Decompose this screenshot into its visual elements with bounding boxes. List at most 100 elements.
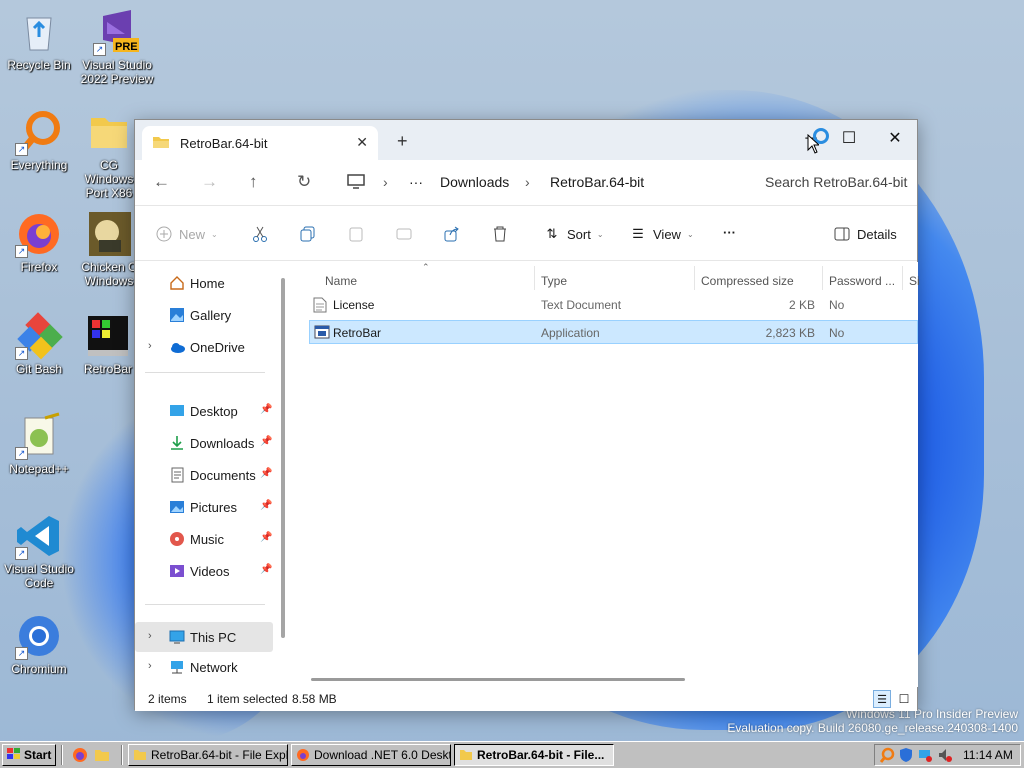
- sidebar-item-documents[interactable]: Documents 📌: [135, 462, 275, 488]
- desktop-icon-visual-studio-preview[interactable]: PRE ↗ Visual Studio 2022 Preview: [78, 8, 156, 86]
- explorer-quicklaunch-icon[interactable]: [94, 747, 110, 766]
- breadcrumb-more[interactable]: ···: [409, 174, 423, 190]
- desktop-icon-retrobar[interactable]: RetroBar: [78, 312, 138, 376]
- desktop-icon-chromium[interactable]: ↗ Chromium: [0, 612, 78, 676]
- documents-icon: [169, 467, 185, 483]
- tab-retrobar[interactable]: RetroBar.64-bit ✕: [142, 126, 378, 160]
- sidebar-item-videos[interactable]: Videos 📌: [135, 558, 275, 584]
- column-divider[interactable]: [822, 266, 823, 290]
- desktop-icon-recycle-bin[interactable]: Recycle Bin: [0, 8, 78, 72]
- sidebar-item-pictures[interactable]: Pictures 📌: [135, 494, 275, 520]
- shortcut-arrow-icon: ↗: [15, 347, 28, 360]
- column-divider[interactable]: [694, 266, 695, 290]
- shield-icon[interactable]: [899, 747, 913, 766]
- taskbar-button-explorer-1[interactable]: RetroBar.64-bit - File Explo...: [128, 744, 288, 766]
- rename-button[interactable]: [395, 225, 413, 243]
- column-header-name[interactable]: Name: [325, 274, 357, 288]
- up-arrow-icon[interactable]: ↑: [249, 172, 258, 192]
- pin-icon[interactable]: 📌: [260, 436, 272, 447]
- breadcrumb-retrobar[interactable]: RetroBar.64-bit: [550, 174, 644, 190]
- desktop-icon-firefox[interactable]: ↗ Firefox: [0, 210, 78, 274]
- share-button[interactable]: [443, 225, 461, 243]
- search-input[interactable]: Search RetroBar.64-bit: [747, 166, 915, 198]
- start-button[interactable]: Start: [2, 744, 56, 766]
- close-button[interactable]: ✕: [873, 124, 917, 154]
- firefox-quicklaunch-icon[interactable]: [72, 747, 88, 766]
- chevron-down-icon: ⌄: [686, 229, 694, 239]
- volume-muted-icon[interactable]: [937, 747, 953, 766]
- details-view-icon[interactable]: ☰: [873, 690, 891, 708]
- copy-icon: [299, 225, 317, 243]
- column-divider[interactable]: [902, 266, 903, 290]
- sidebar-item-downloads[interactable]: Downloads 📌: [135, 430, 275, 456]
- taskbar-button-explorer-2[interactable]: RetroBar.64-bit - File...: [454, 744, 614, 766]
- sidebar-item-music[interactable]: Music 📌: [135, 526, 275, 552]
- tiles-view-icon[interactable]: ☐: [895, 690, 913, 708]
- cut-button[interactable]: [251, 225, 269, 243]
- column-header-type[interactable]: Type: [541, 274, 567, 288]
- desktop-icon-cg-windows[interactable]: CG Windows Port X86: [78, 108, 140, 200]
- pin-icon[interactable]: 📌: [260, 500, 272, 511]
- chevron-right-icon[interactable]: ›: [148, 660, 152, 672]
- sidebar-item-onedrive[interactable]: › OneDrive: [135, 334, 275, 360]
- delete-button[interactable]: [491, 225, 509, 243]
- this-pc-breadcrumb-icon[interactable]: [347, 174, 365, 193]
- sidebar-item-home[interactable]: Home: [135, 270, 275, 296]
- pin-icon[interactable]: 📌: [260, 404, 272, 415]
- maximize-button[interactable]: ☐: [827, 124, 871, 154]
- sidebar-item-gallery[interactable]: Gallery: [135, 302, 275, 328]
- desktop-icon-label: CG Windows Port X86: [84, 158, 134, 200]
- desktop-icon-label: Everything: [10, 158, 68, 172]
- pin-icon[interactable]: 📌: [260, 532, 272, 543]
- sidebar-item-this-pc[interactable]: › This PC: [135, 622, 273, 652]
- column-header-size[interactable]: Si: [909, 274, 920, 288]
- pin-icon[interactable]: 📌: [260, 564, 272, 575]
- refresh-icon[interactable]: ↻: [297, 172, 311, 192]
- sidebar-item-network[interactable]: › Network: [135, 654, 275, 680]
- taskbar-button-firefox[interactable]: Download .NET 6.0 Deskt...: [291, 744, 451, 766]
- new-tab-button[interactable]: +: [397, 131, 408, 152]
- pin-icon[interactable]: 📌: [260, 468, 272, 479]
- desktop-icon-chicken[interactable]: Chicken C Windows: [78, 210, 140, 288]
- chicken-game-icon: [85, 210, 133, 258]
- navigation-bar: ← → ↑ ↻ › ··· Downloads › RetroBar.64-bi…: [135, 160, 917, 206]
- watermark-line2: Evaluation copy. Build 26080.ge_release.…: [727, 721, 1018, 735]
- sidebar-item-desktop[interactable]: Desktop 📌: [135, 398, 275, 424]
- desktop-icon-everything[interactable]: ↗ Everything: [0, 108, 78, 172]
- close-tab-icon[interactable]: ✕: [356, 134, 368, 151]
- shortcut-arrow-icon: ↗: [93, 43, 106, 56]
- shortcut-arrow-icon: ↗: [15, 245, 28, 258]
- clock[interactable]: 11:14 AM: [963, 748, 1013, 762]
- chevron-right-icon[interactable]: ›: [148, 630, 152, 642]
- file-list: ⌃ Name Type Compressed size Password ...…: [290, 262, 920, 687]
- paste-button[interactable]: [347, 225, 365, 243]
- desktop-icon-git-bash[interactable]: ↗ Git Bash: [0, 312, 78, 376]
- horizontal-scrollbar[interactable]: [311, 678, 685, 681]
- sidebar-scrollbar[interactable]: [281, 278, 285, 638]
- file-size: 2,823 KB: [765, 326, 815, 340]
- desktop-icon-vscode[interactable]: ↗ Visual Studio Code: [0, 512, 78, 590]
- view-button[interactable]: ☰ View ⌄: [629, 225, 694, 243]
- sort-button[interactable]: ⇅ Sort ⌄: [543, 225, 604, 243]
- details-pane-icon: [833, 225, 851, 243]
- chevron-right-icon[interactable]: ›: [148, 340, 152, 352]
- desktop-icon-notepad-plus-plus[interactable]: ↗ Notepad++: [0, 412, 78, 476]
- details-pane-button[interactable]: Details: [833, 225, 897, 243]
- file-row-retrobar[interactable]: RetroBar Application 2,823 KB No: [309, 320, 918, 344]
- column-divider[interactable]: [534, 266, 535, 290]
- music-icon: [169, 531, 185, 547]
- forward-arrow-icon[interactable]: →: [201, 172, 218, 192]
- downloads-icon: [169, 435, 185, 451]
- column-header-compressed-size[interactable]: Compressed size: [701, 274, 794, 288]
- item-count: 2 items: [148, 692, 187, 706]
- everything-tray-icon[interactable]: [879, 747, 895, 766]
- divider: [61, 745, 63, 765]
- column-header-password[interactable]: Password ...: [829, 274, 895, 288]
- breadcrumb-downloads[interactable]: Downloads: [440, 174, 509, 190]
- more-options-button[interactable]: ···: [723, 225, 736, 240]
- network-tray-icon[interactable]: [917, 747, 933, 766]
- new-button[interactable]: New ⌄: [155, 225, 218, 243]
- back-arrow-icon[interactable]: ←: [153, 172, 170, 192]
- copy-button[interactable]: [299, 225, 317, 243]
- file-row-license[interactable]: License Text Document 2 KB No: [309, 293, 918, 317]
